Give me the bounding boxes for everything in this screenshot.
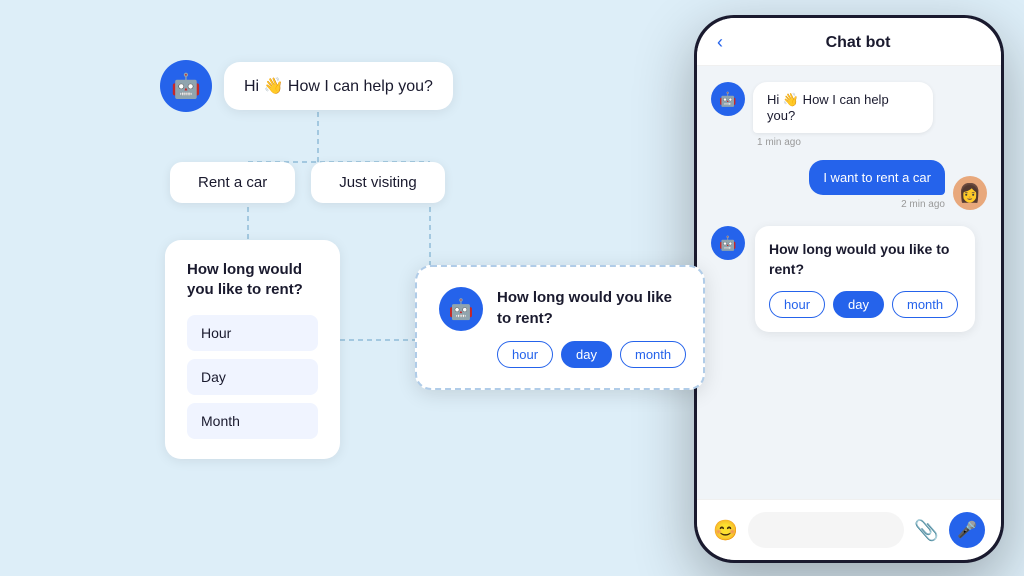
phone-header: ‹ Chat bot [697, 18, 1001, 66]
just-visiting-option[interactable]: Just visiting [311, 162, 445, 203]
popup-question-text: How long would you like to rent? [497, 287, 686, 329]
bot-bubble-1: Hi 👋 How I can help you? [753, 82, 933, 133]
rent-duration-box: How long would you like to rent? Hour Da… [165, 240, 340, 459]
phone-mockup: ‹ Chat bot 🤖 Hi 👋 How I can help you? 1 … [694, 15, 1004, 563]
popup-card-content: How long would you like to rent? hour da… [497, 287, 686, 368]
chat-bot-icon-2: 🤖 [719, 235, 736, 252]
paperclip-icon[interactable]: 📎 [914, 518, 939, 543]
bot-message-1: 🤖 Hi 👋 How I can help you? 1 min ago [711, 82, 987, 148]
day-option[interactable]: Day [187, 359, 318, 395]
phone-frame: ‹ Chat bot 🤖 Hi 👋 How I can help you? 1 … [694, 15, 1004, 563]
question-text: How long would you like to rent? [769, 240, 961, 279]
bot-greeting-section: 🤖 Hi 👋 How I can help you? [160, 60, 453, 112]
phone-footer: 😊 📎 🎤 [697, 499, 1001, 560]
chips-row: hour day month [769, 291, 961, 318]
user-message-wrap-1: I want to rent a car 2 min ago [809, 160, 945, 210]
bot-avatar-icon: 🤖 [171, 72, 201, 101]
month-option[interactable]: Month [187, 403, 318, 439]
user-message-1-time: 2 min ago [901, 199, 945, 210]
phone-title: Chat bot [735, 34, 981, 52]
chat-bot-icon-1: 🤖 [719, 91, 736, 108]
bot-bubble-wrap-1: Hi 👋 How I can help you? 1 min ago [753, 82, 933, 148]
day-chip[interactable]: day [833, 291, 884, 318]
popup-month-chip[interactable]: month [620, 341, 686, 368]
chat-bot-avatar-2: 🤖 [711, 226, 745, 260]
bot-avatar-greeting: 🤖 [160, 60, 212, 112]
rent-car-option[interactable]: Rent a car [170, 162, 295, 203]
mic-button[interactable]: 🎤 [949, 512, 985, 548]
main-options-row: Rent a car Just visiting [170, 162, 445, 203]
chat-bot-avatar-1: 🤖 [711, 82, 745, 116]
chat-area: 🤖 Hi 👋 How I can help you? 1 min ago I w… [697, 66, 1001, 499]
user-avatar: 👩 [953, 176, 987, 210]
hour-option[interactable]: Hour [187, 315, 318, 351]
question-card-body: How long would you like to rent? hour da… [755, 226, 975, 332]
user-message-1: I want to rent a car 2 min ago 👩 [711, 160, 987, 210]
user-bubble-1: I want to rent a car [809, 160, 945, 195]
popup-chips-row: hour day month [497, 341, 686, 368]
month-chip[interactable]: month [892, 291, 958, 318]
bot-message-1-time: 1 min ago [757, 137, 933, 148]
hour-chip[interactable]: hour [769, 291, 825, 318]
emoji-icon[interactable]: 😊 [713, 518, 738, 543]
popup-question-card: 🤖 How long would you like to rent? hour … [415, 265, 705, 390]
greeting-bubble: Hi 👋 How I can help you? [224, 62, 453, 110]
back-button[interactable]: ‹ [717, 32, 723, 53]
message-input[interactable] [748, 512, 904, 548]
popup-hour-chip[interactable]: hour [497, 341, 553, 368]
popup-day-chip[interactable]: day [561, 341, 612, 368]
rent-box-title: How long would you like to rent? [187, 260, 318, 299]
popup-bot-avatar: 🤖 [439, 287, 483, 331]
bot-question-card: 🤖 How long would you like to rent? hour … [711, 226, 987, 332]
phone-screen: ‹ Chat bot 🤖 Hi 👋 How I can help you? 1 … [697, 18, 1001, 560]
mic-icon: 🎤 [957, 520, 977, 540]
